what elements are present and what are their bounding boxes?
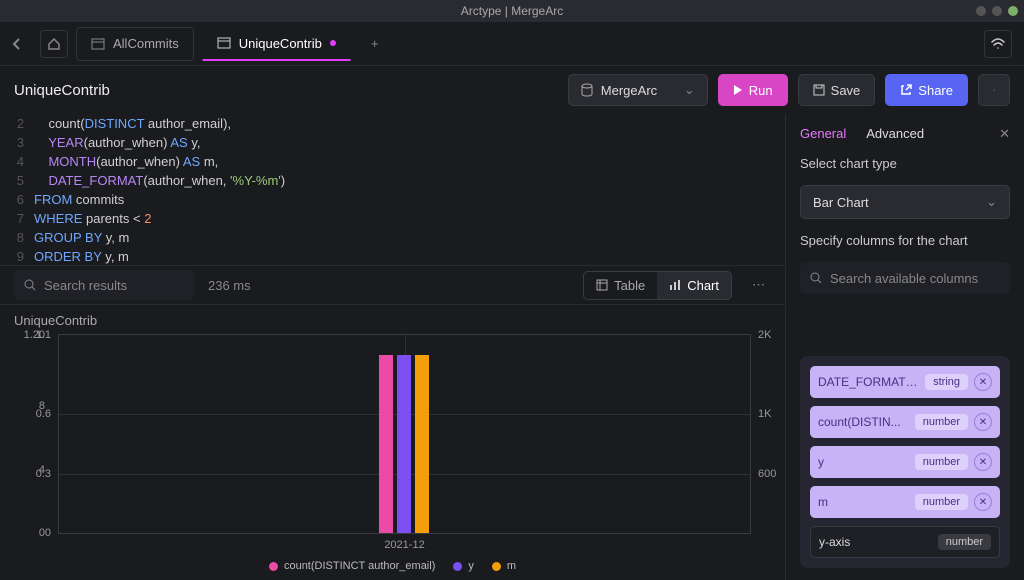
page-title: UniqueContrib <box>14 82 110 99</box>
tab-label: UniqueContrib <box>239 36 322 51</box>
legend-item: m <box>492 560 516 572</box>
table-icon <box>596 279 608 291</box>
database-icon <box>581 83 593 97</box>
chart-legend: count(DISTINCT author_email) y m <box>14 560 771 572</box>
window-controls <box>976 6 1018 16</box>
maximize-icon[interactable] <box>992 6 1002 16</box>
yaxis-chip[interactable]: y-axis number <box>810 526 1000 558</box>
link-icon <box>993 83 995 97</box>
legend-swatch-icon <box>492 562 501 571</box>
search-icon <box>24 279 36 291</box>
column-chip[interactable]: DATE_FORMAT(... string ✕ <box>810 366 1000 398</box>
home-button[interactable] <box>40 30 68 58</box>
remove-chip-button[interactable]: ✕ <box>974 453 992 471</box>
database-select[interactable]: MergeArc ⌄ <box>568 74 708 106</box>
y-axis-outer: 1.20 8 4 0 <box>55 335 95 533</box>
chart-icon <box>669 279 681 291</box>
chart-type-select[interactable]: Bar Chart ⌄ <box>800 185 1010 219</box>
tab-allcommits[interactable]: AllCommits <box>76 27 194 61</box>
remove-chip-button[interactable]: ✕ <box>974 373 992 391</box>
legend-swatch-icon <box>453 562 462 571</box>
save-icon <box>813 84 825 96</box>
legend-item: y <box>453 560 474 572</box>
view-chart-button[interactable]: Chart <box>657 272 731 299</box>
chevron-down-icon: ⌄ <box>986 194 997 210</box>
column-chip[interactable]: y number ✕ <box>810 446 1000 478</box>
view-toggle: Table Chart <box>583 271 732 300</box>
query-icon <box>217 37 231 49</box>
titlebar: Arctype | MergeArc <box>0 0 1024 22</box>
legend-swatch-icon <box>269 562 278 571</box>
config-tabs: General Advanced ✕ <box>800 126 1010 142</box>
chart-canvas: 1.20 8 4 0 1.1 0.6 0.3 0 2K 1K 600 <box>58 334 751 534</box>
chart-type-label: Select chart type <box>800 156 1010 171</box>
share-icon <box>900 84 912 96</box>
copy-link-button[interactable] <box>978 74 1010 106</box>
tab-uniquecontrib[interactable]: UniqueContrib <box>202 27 351 61</box>
minimize-icon[interactable] <box>976 6 986 16</box>
tab-advanced[interactable]: Advanced <box>866 126 924 142</box>
config-panel: General Advanced ✕ Select chart type Bar… <box>786 114 1024 580</box>
more-options-button[interactable]: ⋯ <box>746 277 771 293</box>
search-icon <box>810 272 822 284</box>
window-title: Arctype | MergeArc <box>461 4 563 18</box>
search-columns-input[interactable]: Search available columns <box>800 262 1010 294</box>
query-timing: 236 ms <box>208 278 251 293</box>
search-results-input[interactable]: Search results <box>14 270 194 300</box>
play-icon <box>733 85 743 95</box>
view-table-button[interactable]: Table <box>584 272 657 299</box>
run-button[interactable]: Run <box>718 74 788 106</box>
close-panel-button[interactable]: ✕ <box>999 126 1010 142</box>
database-name: MergeArc <box>601 83 657 98</box>
tab-label: AllCommits <box>113 36 179 51</box>
nav-back-button[interactable] <box>12 37 32 51</box>
columns-label: Specify columns for the chart <box>800 233 1010 248</box>
x-axis-label: 2021-12 <box>384 539 424 551</box>
column-chip[interactable]: m number ✕ <box>810 486 1000 518</box>
tab-general[interactable]: General <box>800 126 846 142</box>
chart-area: UniqueContrib 1.20 8 4 0 1.1 0.6 0.3 0 2… <box>0 305 785 580</box>
share-button[interactable]: Share <box>885 74 968 106</box>
bar-series-2[interactable] <box>397 355 411 533</box>
chart-title: UniqueContrib <box>14 313 771 328</box>
chevron-down-icon: ⌄ <box>684 82 695 98</box>
column-chip[interactable]: count(DISTIN... number ✕ <box>810 406 1000 438</box>
tabbar: AllCommits UniqueContrib + <box>0 22 1024 66</box>
column-chips: DATE_FORMAT(... string ✕ count(DISTIN...… <box>800 356 1010 568</box>
query-icon <box>91 38 105 50</box>
sql-editor[interactable]: 2 count(DISTINCT author_email),3 YEAR(au… <box>0 114 785 265</box>
unsaved-dot-icon <box>330 40 336 46</box>
results-toolbar: Search results 236 ms Table Chart ⋯ <box>0 265 785 305</box>
remove-chip-button[interactable]: ✕ <box>974 493 992 511</box>
y-axis-left: 1.1 0.6 0.3 0 <box>15 335 55 533</box>
y-axis-right: 2K 1K 600 <box>754 335 786 533</box>
remove-chip-button[interactable]: ✕ <box>974 413 992 431</box>
save-button[interactable]: Save <box>798 74 876 106</box>
legend-item: count(DISTINCT author_email) <box>269 560 435 572</box>
add-tab-button[interactable]: + <box>359 36 391 51</box>
connection-icon[interactable] <box>984 30 1012 58</box>
bar-series-1[interactable] <box>379 355 393 533</box>
close-icon[interactable] <box>1008 6 1018 16</box>
bar-series-3[interactable] <box>415 355 429 533</box>
toolbar: UniqueContrib MergeArc ⌄ Run Save Share <box>0 66 1024 114</box>
